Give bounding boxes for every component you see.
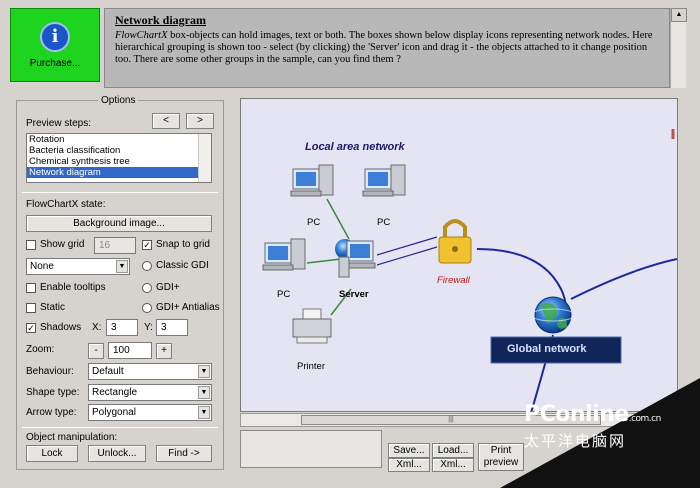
- globe-icon[interactable]: [530, 296, 576, 334]
- chevron-down-icon: ▼: [198, 406, 210, 419]
- lock-button[interactable]: Lock: [26, 445, 78, 462]
- link-line[interactable]: [306, 258, 342, 264]
- firewall-label: Firewall: [437, 275, 470, 286]
- shadows-label: Shadows: [40, 322, 82, 333]
- server-label: Server: [339, 289, 369, 300]
- printer-icon[interactable]: [292, 308, 332, 344]
- grid-size-field[interactable]: 16: [94, 237, 136, 254]
- zoom-label: Zoom:: [26, 344, 55, 355]
- snap-to-grid-label: Snap to grid: [156, 239, 210, 250]
- pc-label: PC: [307, 217, 321, 228]
- description-scrollbar[interactable]: ▲: [670, 8, 687, 88]
- list-scrollbar[interactable]: [198, 134, 211, 182]
- grid-style-value: None: [30, 261, 54, 272]
- load-button[interactable]: Load...: [432, 443, 474, 458]
- pc-icon[interactable]: [262, 238, 306, 271]
- gdi-plus-radio[interactable]: [142, 283, 152, 293]
- purchase-button[interactable]: i Purchase...: [10, 8, 100, 82]
- lock-icon[interactable]: [438, 219, 472, 264]
- list-item-selected[interactable]: Network diagram: [27, 167, 199, 178]
- chevron-down-icon: ▼: [116, 260, 128, 273]
- preview-steps-label: Preview steps:: [26, 118, 92, 129]
- zoom-field[interactable]: 100: [108, 342, 152, 359]
- behaviour-value: Default: [92, 366, 124, 377]
- divider: [22, 427, 218, 428]
- grid-style-dropdown[interactable]: None ▼: [26, 258, 130, 275]
- preview-steps-list[interactable]: Rotation Bacteria classification Chemica…: [26, 133, 212, 183]
- purchase-label: Purchase...: [29, 57, 81, 69]
- load-xml-button[interactable]: Xml...: [432, 458, 474, 472]
- shape-type-value: Rectangle: [92, 387, 138, 398]
- shape-type-label: Shape type:: [26, 387, 80, 398]
- unlock-button[interactable]: Unlock...: [88, 445, 146, 462]
- show-grid-label: Show grid: [40, 239, 85, 250]
- snap-to-grid-checkbox[interactable]: ✓: [142, 240, 152, 250]
- save-button[interactable]: Save...: [388, 443, 430, 458]
- info-icon: i: [40, 21, 70, 52]
- lan-group-title: Local area network: [305, 141, 405, 153]
- next-step-button[interactable]: >: [186, 113, 214, 129]
- static-label: Static: [40, 302, 66, 313]
- zoom-in-button[interactable]: +: [156, 343, 172, 359]
- pc-icon[interactable]: [362, 164, 406, 197]
- watermark-subtitle: 太平洋电脑网: [524, 433, 627, 450]
- gdi-plus-antialias-label: GDI+ Antialias: [156, 302, 220, 313]
- printer-label: Printer: [297, 361, 325, 372]
- link-arrow[interactable]: [376, 246, 438, 266]
- show-grid-checkbox[interactable]: [26, 240, 36, 250]
- brand-name: FlowChartX: [115, 30, 168, 41]
- list-item[interactable]: Chemical synthesis tree: [27, 156, 211, 167]
- shadow-y-field[interactable]: 3: [156, 319, 188, 336]
- scroll-up-icon[interactable]: ▲: [671, 8, 687, 22]
- status-box: [240, 430, 382, 468]
- shadows-checkbox[interactable]: ✓: [26, 323, 36, 333]
- enable-tooltips-label: Enable tooltips: [40, 282, 106, 293]
- behaviour-dropdown[interactable]: Default ▼: [88, 363, 212, 380]
- gdi-plus-label: GDI+: [156, 282, 180, 293]
- server-icon[interactable]: [335, 239, 376, 278]
- arrow-type-label: Arrow type:: [26, 407, 77, 418]
- enable-tooltips-checkbox[interactable]: [26, 283, 36, 293]
- description-panel: Network diagram FlowChartX box-objects c…: [104, 8, 670, 88]
- pc-icon[interactable]: [290, 164, 334, 197]
- shadow-y-label: Y:: [144, 322, 153, 333]
- shadow-x-field[interactable]: 3: [106, 319, 138, 336]
- description-title: Network diagram: [115, 13, 206, 27]
- arrow-type-value: Polygonal: [92, 407, 136, 418]
- list-item[interactable]: Bacteria classification: [27, 145, 211, 156]
- save-xml-button[interactable]: Xml...: [388, 458, 430, 472]
- options-title: Options: [98, 95, 139, 106]
- behaviour-label: Behaviour:: [26, 366, 74, 377]
- chevron-down-icon: ▼: [198, 386, 210, 399]
- diagram-canvas[interactable]: Local area network PC PC PC Server Print…: [240, 98, 678, 412]
- watermark-logo: PConline.com.cn: [524, 402, 661, 427]
- shape-type-dropdown[interactable]: Rectangle ▼: [88, 384, 212, 401]
- state-label: FlowChartX state:: [26, 199, 106, 210]
- gdi-plus-antialias-radio[interactable]: [142, 303, 152, 313]
- zoom-out-button[interactable]: -: [88, 343, 104, 359]
- object-manipulation-label: Object manipulation:: [26, 432, 118, 443]
- global-link[interactable]: [570, 258, 677, 300]
- prev-step-button[interactable]: <: [152, 113, 180, 129]
- divider: [22, 192, 218, 193]
- find-button[interactable]: Find ->: [156, 445, 212, 462]
- arrow-type-dropdown[interactable]: Polygonal ▼: [88, 404, 212, 421]
- watermark-logo-text: PConline: [524, 402, 629, 427]
- pc-label: PC: [377, 217, 391, 228]
- list-item[interactable]: Rotation: [27, 134, 211, 145]
- chevron-down-icon: ▼: [198, 365, 210, 378]
- classic-gdi-label: Classic GDI: [156, 260, 209, 271]
- static-checkbox[interactable]: [26, 303, 36, 313]
- link-arrow[interactable]: [376, 236, 438, 256]
- shadow-x-label: X:: [92, 322, 102, 333]
- background-image-button[interactable]: Background image...: [26, 215, 212, 232]
- pc-label: PC: [277, 289, 291, 300]
- description-body: box-objects can hold images, text or bot…: [115, 30, 653, 65]
- classic-gdi-radio[interactable]: [142, 261, 152, 271]
- watermark-logo-suffix: .com.cn: [628, 414, 662, 424]
- description-text: FlowChartX box-objects can hold images, …: [115, 30, 659, 66]
- link-line[interactable]: [326, 198, 350, 240]
- global-network-label: Global network: [507, 343, 587, 355]
